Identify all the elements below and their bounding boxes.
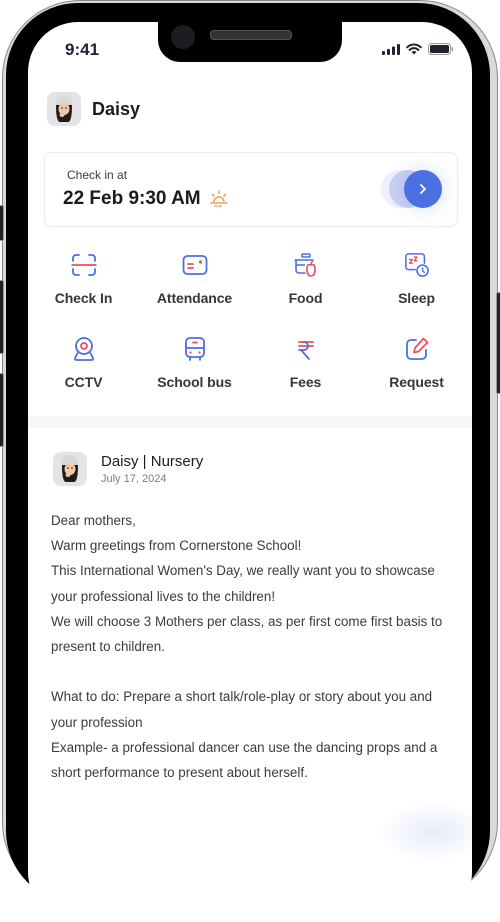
- battery-icon: [428, 43, 454, 55]
- quick-action-label: Food: [288, 290, 323, 306]
- post-author-avatar[interactable]: [53, 452, 87, 486]
- post-paragraph: We will choose 3 Mothers per class, as p…: [51, 613, 443, 655]
- post-paragraph: Example- a professional dancer can use t…: [51, 739, 438, 781]
- post-author: Daisy | Nursery: [101, 453, 204, 470]
- post-paragraph: Warm greetings from Cornerstone School!: [51, 538, 302, 554]
- post-paragraph: What to do: Prepare a short talk/role-pl…: [51, 689, 433, 730]
- checkin-go-button[interactable]: [404, 170, 442, 208]
- quick-action-label: Fees: [289, 374, 322, 390]
- quick-action-label: CCTV: [64, 374, 103, 390]
- quick-action-food[interactable]: Food: [250, 252, 361, 306]
- checkin-time: 22 Feb 9:30 AM: [63, 188, 229, 210]
- quick-action-school-bus[interactable]: School bus: [139, 336, 250, 390]
- chevron-right-icon: [420, 184, 426, 194]
- section-divider: [28, 416, 472, 428]
- post-paragraph: Dear mothers,: [51, 513, 136, 528]
- lunchbox-icon: [293, 253, 316, 277]
- scan-icon: [71, 254, 96, 276]
- edit-icon: [405, 337, 428, 360]
- quick-action-label: Request: [389, 374, 444, 390]
- post-paragraph: This International Women's Day, we reall…: [51, 563, 435, 604]
- speaker-grille: [210, 30, 292, 40]
- wifi-icon: [406, 43, 422, 55]
- avatar-memoji-icon: [62, 455, 78, 482]
- status-time: 9:41: [65, 40, 100, 59]
- profile-header[interactable]: Daisy: [47, 92, 140, 126]
- checkin-label: Check in at: [67, 168, 128, 182]
- quick-action-label: Check In: [54, 290, 113, 306]
- checkin-time-text: 22 Feb 9:30 AM: [63, 188, 201, 209]
- volume-down-button: [0, 373, 4, 447]
- rupee-icon: [297, 341, 314, 360]
- quick-action-request[interactable]: Request: [361, 336, 472, 390]
- front-camera: [171, 25, 195, 49]
- power-button: [496, 292, 500, 394]
- profile-name: Daisy: [92, 98, 141, 119]
- quick-action-attendance[interactable]: Attendance: [139, 252, 250, 306]
- webcam-icon: [73, 337, 94, 361]
- quick-action-label: Sleep: [398, 290, 435, 306]
- quick-action-sleep[interactable]: Sleep: [361, 252, 472, 306]
- quick-action-fees[interactable]: Fees: [250, 336, 361, 390]
- quick-action-cctv[interactable]: CCTV: [28, 336, 139, 390]
- quick-action-label: School bus: [157, 374, 232, 390]
- quick-action-check-in[interactable]: Check In: [28, 252, 139, 306]
- quick-actions-grid: Check In Attendance Food Sleep CCTV Scho…: [28, 252, 472, 390]
- bus-icon: [184, 337, 205, 361]
- avatar-memoji-icon: [56, 95, 72, 122]
- status-icons: [382, 43, 454, 55]
- app-screen: 9:41 Daisy Check in at 22 Feb 9:30 AM Ch…: [28, 22, 472, 922]
- mute-switch: [0, 205, 4, 241]
- post-header: Daisy | Nursery July 17, 2024: [53, 452, 203, 486]
- post-body: Dear mothers, Warm greetings from Corner…: [51, 508, 461, 785]
- cellular-signal-icon: [382, 43, 400, 55]
- volume-up-button: [0, 280, 4, 354]
- checkin-card: Check in at 22 Feb 9:30 AM: [44, 152, 458, 227]
- floating-button-glow: [378, 802, 472, 862]
- id-card-icon: [182, 255, 207, 275]
- avatar[interactable]: [47, 92, 81, 126]
- post-date: July 17, 2024: [101, 473, 167, 485]
- sleep-clock-icon: [404, 253, 429, 277]
- sunrise-icon: [209, 190, 228, 207]
- quick-action-label: Attendance: [156, 290, 233, 306]
